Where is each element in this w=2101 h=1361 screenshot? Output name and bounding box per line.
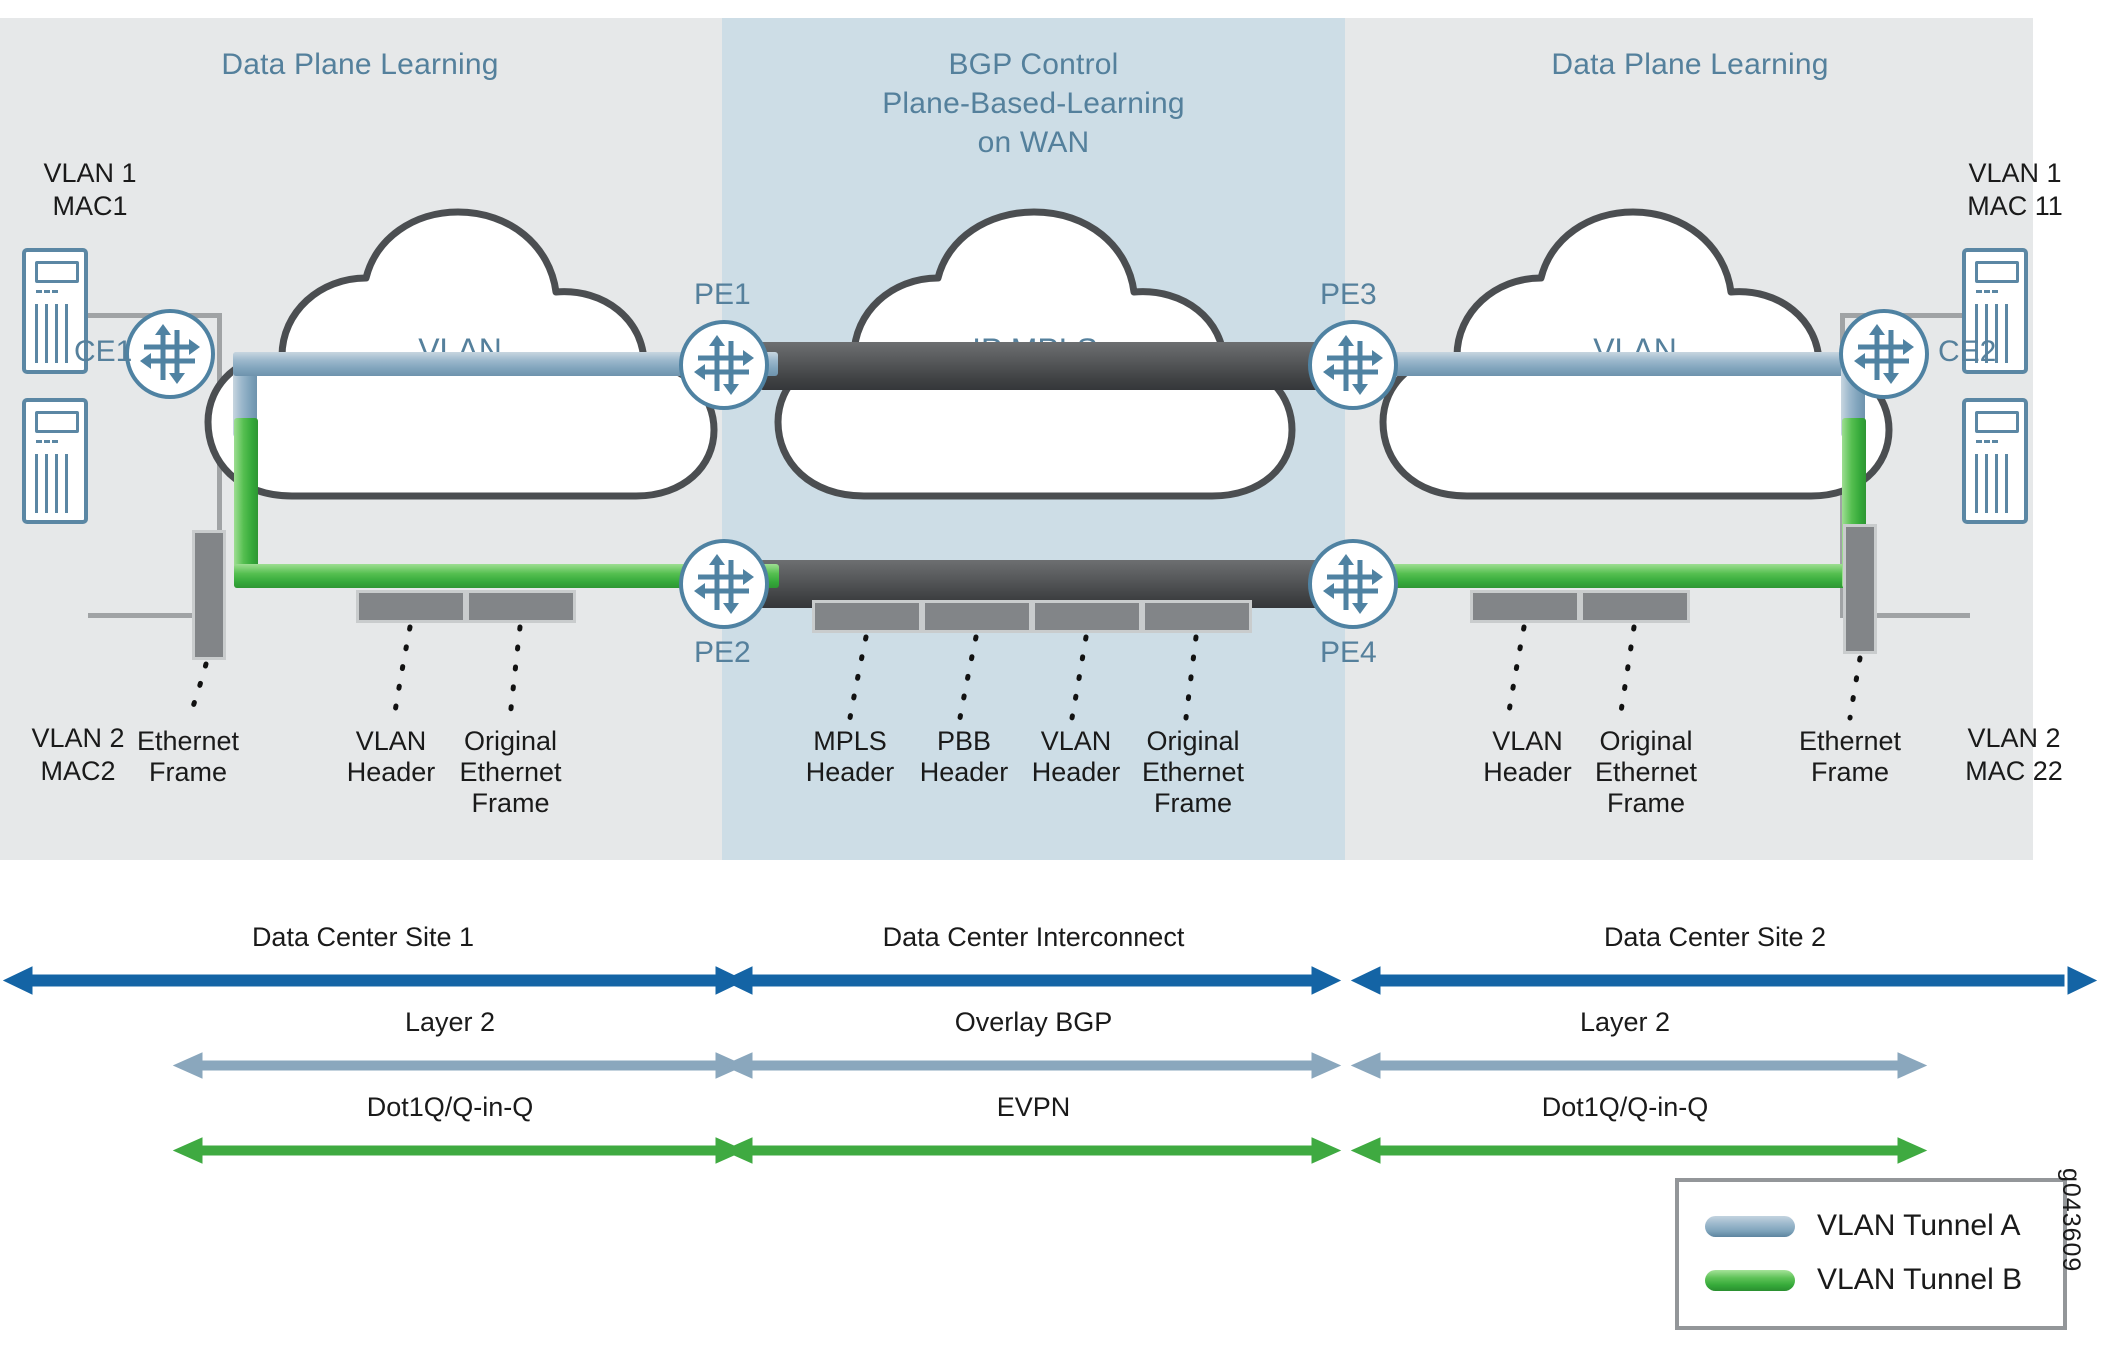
- arrow-label-site1: Data Center Site 1: [251, 922, 475, 952]
- frame-label-left-0: Ethernet Frame: [136, 726, 240, 787]
- arrow-row-encapsulation: Dot1Q/Q-in-Q EVPN Dot1Q/Q-in-Q: [0, 1092, 2101, 1165]
- router-ce1[interactable]: [124, 308, 216, 400]
- arrow-label-overlay-bgp: Overlay BGP: [954, 1007, 1113, 1037]
- router-ce2[interactable]: [1838, 308, 1930, 400]
- router-pe4[interactable]: [1307, 538, 1399, 630]
- frame-label-right-1: Original Ethernet Frame: [1594, 726, 1698, 818]
- frame-label-left-2: Original Ethernet Frame: [459, 726, 562, 818]
- router-label-ce1: CE1: [74, 335, 133, 368]
- router-label-ce2: CE2: [1938, 335, 1997, 368]
- router-pe2[interactable]: [678, 538, 770, 630]
- arrow-label-dot1q-right: Dot1Q/Q-in-Q: [1541, 1092, 1709, 1122]
- arrow-label-evpn: EVPN: [996, 1092, 1071, 1122]
- router-label-pe3: PE3: [1320, 278, 1377, 311]
- diagram-canvas: Data Plane Learning BGP Control Plane-Ba…: [0, 0, 2101, 1361]
- frame-label-right-2: Ethernet Frame: [1798, 726, 1902, 787]
- router-pe1[interactable]: [678, 319, 770, 411]
- legend-box: VLAN Tunnel A VLAN Tunnel B: [1675, 1178, 2067, 1330]
- router-label-pe1: PE1: [694, 278, 751, 311]
- router-label-pe4: PE4: [1320, 636, 1377, 669]
- watermark-id: g043609: [2057, 1168, 2085, 1273]
- legend-swatch-tunnel-a-icon: [1705, 1216, 1795, 1237]
- arrow-label-layer2-left: Layer 2: [404, 1007, 496, 1037]
- arrow-row-protocol-layer: Layer 2 Overlay BGP Layer 2: [0, 1007, 2101, 1080]
- legend-swatch-tunnel-b-icon: [1705, 1270, 1795, 1291]
- router-label-pe2: PE2: [694, 636, 751, 669]
- arrow-label-interconnect: Data Center Interconnect: [882, 922, 1185, 952]
- legend-label-tunnel-b: VLAN Tunnel B: [1817, 1263, 2023, 1296]
- router-pe3[interactable]: [1307, 319, 1399, 411]
- legend-label-tunnel-a: VLAN Tunnel A: [1817, 1209, 2021, 1242]
- arrow-label-site2: Data Center Site 2: [1603, 922, 1827, 952]
- arrow-label-layer2-right: Layer 2: [1579, 1007, 1671, 1037]
- arrow-row-scope: Data Center Site 1 Data Center Interconn…: [0, 922, 2101, 995]
- frame-label-center-3: Original Ethernet Frame: [1141, 726, 1245, 818]
- arrow-label-dot1q-left: Dot1Q/Q-in-Q: [366, 1092, 534, 1122]
